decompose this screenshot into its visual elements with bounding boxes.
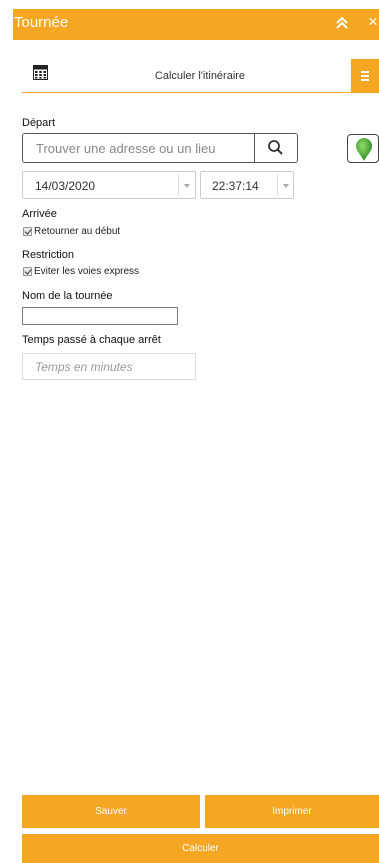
chevron-down-icon[interactable] (277, 174, 293, 196)
tour-name-input[interactable] (22, 307, 178, 325)
restriction-label: Restriction (22, 249, 74, 261)
toolbar-title: Calculer l'itinéraire (154, 70, 246, 82)
double-chevron-up-icon[interactable] (335, 15, 349, 31)
panel-header: Tournée × (13, 9, 379, 40)
save-button[interactable]: Sauver (22, 795, 200, 828)
departure-time-value: 22:37:14 (212, 179, 259, 193)
departure-date-value: 14/03/2020 (35, 179, 96, 193)
address-search-box (22, 133, 298, 163)
search-icon (268, 140, 283, 155)
tour-name-label: Nom de la tournée (22, 290, 113, 302)
print-button[interactable]: Imprimer (205, 795, 379, 828)
stop-time-label: Temps passé à chaque arrêt (22, 334, 161, 346)
return-to-start-label: Retourner au début (34, 226, 121, 237)
address-search-input[interactable] (24, 135, 254, 161)
avoid-highways-label: Eviter les voies express (34, 266, 140, 277)
return-to-start-option[interactable]: Retourner au début (23, 226, 120, 237)
departure-label: Départ (22, 117, 56, 129)
return-to-start-checkbox[interactable] (23, 227, 32, 236)
departure-date-field[interactable]: 14/03/2020 (22, 171, 196, 199)
avoid-highways-checkbox[interactable] (23, 267, 32, 276)
panel-title: Tournée (14, 14, 69, 31)
calculator-icon[interactable] (33, 65, 48, 80)
menu-button[interactable] (351, 59, 379, 92)
arrival-label: Arrivée (22, 208, 57, 220)
avoid-highways-option[interactable]: Eviter les voies express (23, 266, 139, 277)
close-icon[interactable]: × (368, 12, 378, 32)
stop-time-input[interactable] (22, 353, 196, 380)
departure-time-field[interactable]: 22:37:14 (200, 171, 294, 199)
chevron-down-icon[interactable] (178, 174, 194, 196)
locate-button[interactable] (347, 134, 379, 163)
search-button[interactable] (255, 134, 297, 162)
calculate-button[interactable]: Calculer (22, 834, 379, 863)
map-pin-icon (356, 138, 372, 161)
toolbar-divider (22, 92, 379, 93)
